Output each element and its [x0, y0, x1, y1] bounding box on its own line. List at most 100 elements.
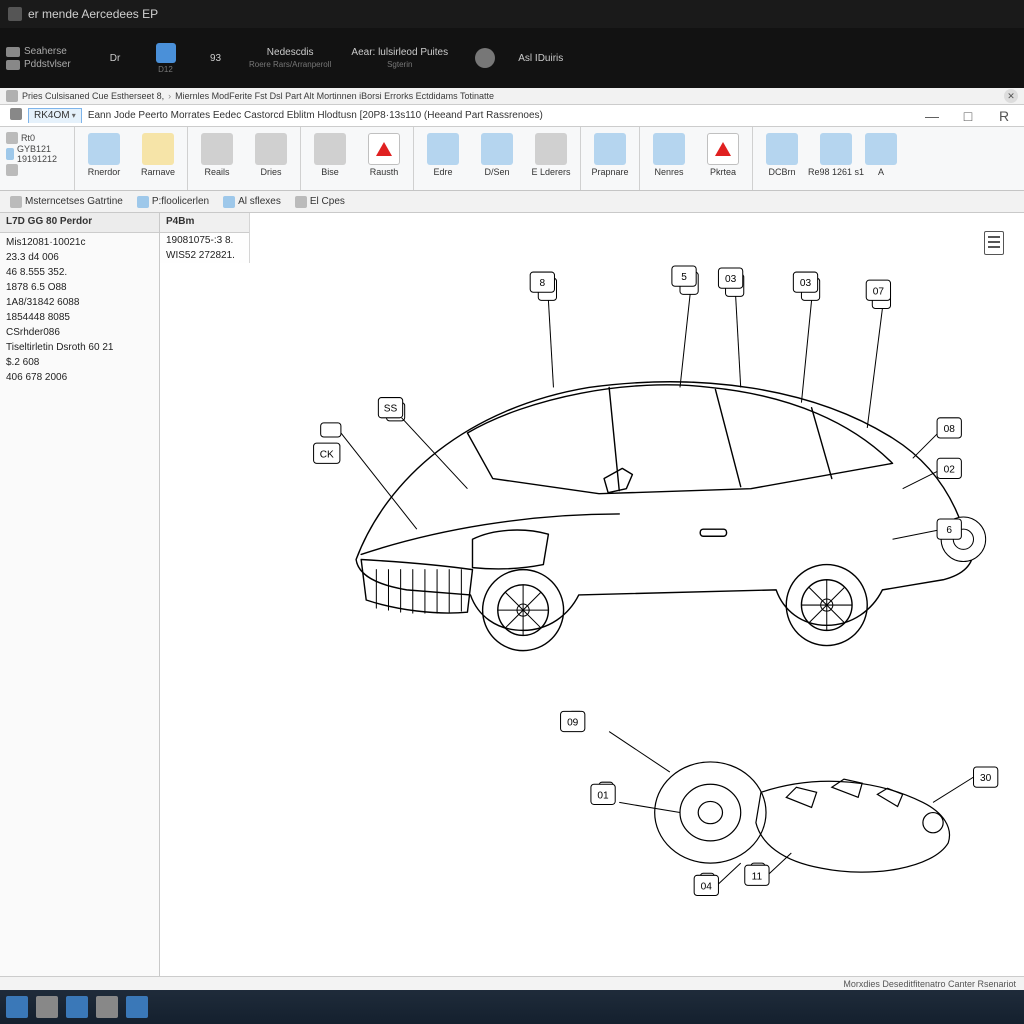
menu-item-1[interactable]: Eann Jode Peerto Morrates Eedec Castorcd…	[82, 110, 549, 121]
dark-btn-2[interactable]: D12	[140, 28, 190, 88]
grp-edit: Edre D/Sen E Lderers	[414, 127, 581, 190]
task-icon[interactable]	[66, 996, 88, 1018]
list-item[interactable]: 1854448 8085	[0, 310, 159, 325]
sec-tab-0[interactable]: Msterncetses Gatrtine	[4, 194, 129, 210]
rib-btn-reload[interactable]: Rnerdor	[77, 129, 131, 188]
svg-text:08: 08	[944, 424, 956, 435]
exploded-diagram: 8 5 CK SS 03 03 07 08 02 6 09 01 04 30 1…	[265, 223, 1014, 977]
status-text: Morxdies Deseditfitenatro Canter Rsenari…	[843, 979, 1016, 989]
list-item[interactable]: 23.3 d4 006	[0, 250, 159, 265]
svg-text:5: 5	[681, 272, 687, 283]
grp-nav: Rnerdor Rarnave	[75, 127, 188, 190]
breadcrumb-bar: Pries Culsisaned Cue Estherseet 8, › Mie…	[0, 88, 1024, 105]
window-controls: — □ R	[920, 108, 1024, 124]
task-icon[interactable]	[126, 996, 148, 1018]
sec-tab-2[interactable]: Al sflexes	[217, 194, 287, 210]
list-item[interactable]: 1878 6.5 O88	[0, 280, 159, 295]
breadcrumb-seg-0[interactable]: Pries Culsisaned Cue Estherseet 8,	[22, 91, 164, 101]
secondary-tab-bar: Msterncetses Gatrtine P:floolicerlen Al …	[0, 191, 1024, 213]
rib-btn-edre[interactable]: Edre	[416, 129, 470, 188]
list-item[interactable]: CSrhder086	[0, 325, 159, 340]
session-info: Rt0 GYB121 19191212	[2, 129, 72, 188]
svg-text:09: 09	[567, 718, 579, 729]
folder-icon	[137, 196, 149, 208]
dark-side-label-1: Pddstvlser	[24, 59, 71, 70]
rib-btn-drles[interactable]: Dries	[244, 129, 298, 188]
rib-btn-repi[interactable]: Re98 1261 s1	[809, 129, 863, 188]
tag-icon	[142, 133, 174, 165]
reload-icon	[88, 133, 120, 165]
start-icon[interactable]	[6, 996, 28, 1018]
rib-btn-pkrtea[interactable]: Pkrtea	[696, 129, 750, 188]
svg-text:07: 07	[873, 286, 885, 297]
rib-btn-rasth[interactable]: Rausth	[357, 129, 411, 188]
sec-tab-3[interactable]: El Cpes	[289, 194, 351, 210]
window-titlebar: er mende Aercedees EP	[0, 0, 1024, 28]
svg-text:04: 04	[701, 881, 713, 892]
list-icon	[10, 196, 22, 208]
window-maximize-icon[interactable]: □	[956, 108, 980, 124]
stack-icon	[255, 133, 287, 165]
rib-btn-bise[interactable]: Bise	[303, 129, 357, 188]
window-minimize-icon[interactable]: —	[920, 108, 944, 124]
svg-text:8: 8	[540, 278, 546, 289]
grp-session: Rt0 GYB121 19191212	[0, 127, 75, 190]
dot-icon	[6, 132, 18, 144]
sidebar-list: Mis12081·10021c 23.3 d4 006 46 8.555 352…	[0, 233, 159, 387]
rib-btn-reals[interactable]: Reails	[190, 129, 244, 188]
rib-btn-dgen[interactable]: D/Sen	[470, 129, 524, 188]
rib-btn-nerres[interactable]: Nenres	[642, 129, 696, 188]
svg-text:11: 11	[752, 871, 763, 882]
sec-tab-1[interactable]: P:floolicerlen	[131, 194, 215, 210]
rib-btn-dcrea[interactable]: DCBrn	[755, 129, 809, 188]
rib-btn-renove[interactable]: Rarnave	[131, 129, 185, 188]
svg-text:03: 03	[725, 274, 737, 285]
gear2-icon	[653, 133, 685, 165]
dark-btn-5[interactable]: Aear: lulsirleod Puites Sgterin	[339, 28, 459, 88]
menu-app-icon[interactable]	[4, 108, 28, 123]
left-sidebar: L7D GG 80 Perdor Mis12081·10021c 23.3 d4…	[0, 213, 160, 977]
chart-icon	[820, 133, 852, 165]
task-icon[interactable]	[36, 996, 58, 1018]
dark-side-row-0[interactable]: Seaherse	[6, 46, 84, 57]
breadcrumb-seg-1[interactable]: Miernles ModFerite Fst Dsl Part Alt Mort…	[175, 91, 494, 101]
dark-btn-4[interactable]: Nedescdis Roere Rars/Arranperoll	[240, 28, 339, 88]
book-icon	[223, 196, 235, 208]
svg-text:SS: SS	[384, 404, 398, 415]
task-icon[interactable]	[96, 996, 118, 1018]
menu-bar: RK4OM Eann Jode Peerto Morrates Eedec Ca…	[0, 105, 1024, 127]
grid-icon	[10, 108, 22, 120]
device-icon	[865, 133, 897, 165]
dark-btn-7[interactable]: Asl IDuiris	[509, 28, 571, 88]
breadcrumb-sep: ›	[168, 91, 171, 101]
doc-icon	[6, 47, 20, 57]
list-item[interactable]: 406 678 2006	[0, 370, 159, 385]
second-column-header: P4Bm	[160, 213, 249, 233]
list-item[interactable]: $.2 608	[0, 355, 159, 370]
list-item[interactable]: Mis12081·10021c	[0, 235, 159, 250]
rib-btn-a1[interactable]: A	[863, 129, 899, 188]
menu-item-0[interactable]: RK4OM	[28, 108, 82, 123]
rib-btn-prapre[interactable]: Prapnare	[583, 129, 637, 188]
breadcrumb-close-icon[interactable]: ✕	[1004, 89, 1018, 103]
window-restore-icon[interactable]: R	[992, 108, 1016, 124]
sidebar-header: L7D GG 80 Perdor	[0, 213, 159, 233]
dark-btn-3[interactable]: 93	[190, 28, 240, 88]
dark-btn-6[interactable]	[459, 28, 509, 88]
os-taskbar	[0, 990, 1024, 1024]
svg-text:02: 02	[944, 464, 956, 475]
db-icon	[6, 60, 20, 70]
dark-btn-1[interactable]: Dr	[90, 28, 140, 88]
rib-btn-elderers[interactable]: E Lderers	[524, 129, 578, 188]
status-bar: Morxdies Deseditfitenatro Canter Rsenari…	[0, 976, 1024, 990]
diagram-canvas[interactable]: P4Bm 19081075-:3 8. WIS52 272821.	[160, 213, 1024, 977]
list-item[interactable]: 19081075-:3 8.	[160, 233, 249, 248]
list-item[interactable]: 46 8.555 352.	[0, 265, 159, 280]
list-item[interactable]: WIS52 272821.	[160, 248, 249, 263]
app-icon	[8, 7, 22, 21]
list-item[interactable]: Tiseltirletin Dsroth 60 21	[0, 340, 159, 355]
warning2-icon	[707, 133, 739, 165]
list-item[interactable]: 1A8/31842 6088	[0, 295, 159, 310]
dark-side-row-1[interactable]: Pddstvlser	[6, 59, 84, 70]
grp-rpt: Nenres Pkrtea	[640, 127, 753, 190]
